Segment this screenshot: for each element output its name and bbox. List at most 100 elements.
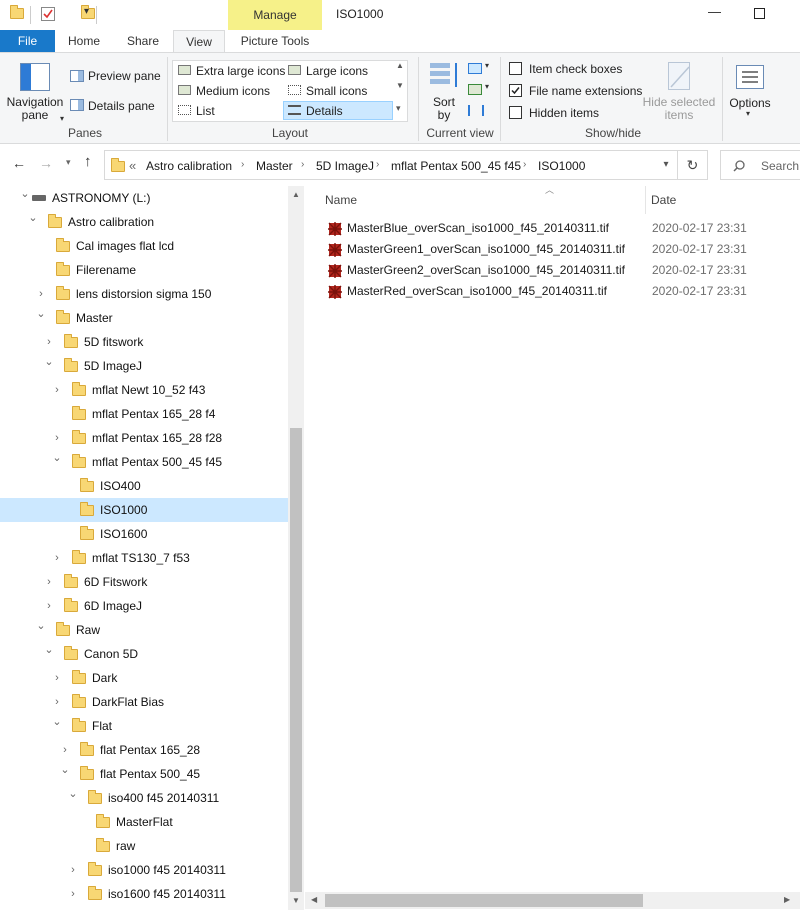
address-dropdown-icon[interactable]: ▾	[655, 151, 677, 179]
hidden-items-label[interactable]: Hidden items	[529, 106, 599, 120]
tree-item[interactable]: › iso1600 f45 20140311	[0, 882, 288, 906]
forward-arrow-icon[interactable]: →	[39, 155, 53, 171]
chevron-down-icon[interactable]: ⌄	[36, 302, 46, 326]
tree-item[interactable]: raw	[0, 834, 288, 858]
hidden-items-checkbox[interactable]	[509, 106, 522, 119]
search-input[interactable]: Search	[761, 159, 799, 173]
preview-pane-icon[interactable]	[70, 70, 84, 82]
tree-item[interactable]: ⌄ Master	[0, 306, 288, 330]
tree-item[interactable]: ISO1000	[0, 498, 288, 522]
tab-picture-tools[interactable]: Picture Tools	[230, 30, 320, 52]
navigation-pane-icon[interactable]	[20, 63, 50, 91]
file-list-horizontal-scrollbar[interactable]: ◀ ▶	[305, 892, 800, 909]
chevron-down-icon[interactable]: ⌄	[36, 614, 46, 638]
quick-access-dropdown-icon[interactable]: ▾	[84, 6, 89, 17]
chevron-right-icon[interactable]: ›	[52, 546, 62, 570]
chevron-right-icon[interactable]: ›	[44, 570, 54, 594]
options-dropdown-icon[interactable]: ▾	[746, 109, 750, 118]
item-check-boxes-label[interactable]: Item check boxes	[529, 62, 622, 76]
chevron-down-icon[interactable]: ⌄	[68, 782, 78, 806]
group-by-icon[interactable]	[468, 63, 482, 74]
breadcrumb-4[interactable]: mflat Pentax 500_45 f45	[391, 159, 521, 173]
tab-home[interactable]: Home	[58, 30, 110, 52]
chevron-right-icon[interactable]: ›	[376, 159, 379, 170]
tree-item[interactable]: ⌄ 5D ImageJ	[0, 354, 288, 378]
chevron-down-icon[interactable]: ⌄	[28, 206, 38, 230]
tree-vertical-scrollbar[interactable]: ▲ ▼	[288, 186, 304, 910]
column-header-date[interactable]: Date	[651, 193, 676, 207]
tree-item[interactable]: › 6D Fitswork	[0, 570, 288, 594]
tree-item[interactable]: › DarkFlat Bias	[0, 690, 288, 714]
navigation-pane-button[interactable]: Navigation pane	[6, 96, 64, 122]
tree-item[interactable]: ⌄ Astro calibration	[0, 210, 288, 234]
chevron-right-icon[interactable]: ›	[241, 159, 244, 170]
tree-item[interactable]: › Dark	[0, 666, 288, 690]
minimize-button[interactable]: —	[708, 4, 721, 19]
chevron-right-icon[interactable]: ›	[523, 159, 526, 170]
layout-small-icons[interactable]: Small icons	[306, 84, 367, 98]
refresh-icon[interactable]: ↻	[677, 151, 707, 179]
file-row[interactable]: MasterRed_overScan_iso1000_f45_20140311.…	[305, 281, 800, 302]
navigation-pane-dropdown-icon[interactable]: ▾	[60, 114, 64, 123]
breadcrumb-5[interactable]: ISO1000	[538, 159, 585, 173]
chevron-right-icon[interactable]: ›	[68, 882, 78, 906]
gallery-expand-icon[interactable]: ▾	[396, 103, 401, 114]
layout-extra-large-icons[interactable]: Extra large icons	[196, 64, 285, 78]
chevron-right-icon[interactable]: ›	[52, 378, 62, 402]
search-box[interactable]: Search	[720, 150, 800, 180]
address-overflow[interactable]: «	[129, 158, 136, 173]
address-bar[interactable]: « Astro calibration › Master › 5D ImageJ…	[104, 150, 708, 180]
maximize-button[interactable]	[754, 8, 765, 19]
scroll-down-icon[interactable]: ▼	[292, 896, 300, 905]
layout-list[interactable]: List	[196, 104, 215, 118]
tree-item[interactable]: ⌄ iso400 f45 20140311	[0, 786, 288, 810]
tree-item[interactable]: ISO400	[0, 474, 288, 498]
chevron-down-icon[interactable]: ⌄	[52, 446, 62, 470]
tree-item[interactable]: ⌄ flat Pentax 500_45	[0, 762, 288, 786]
layout-medium-icons[interactable]: Medium icons	[196, 84, 270, 98]
file-name-extensions-label[interactable]: File name extensions	[529, 84, 642, 98]
column-header-name[interactable]: Name	[325, 193, 357, 207]
file-row[interactable]: MasterGreen1_overScan_iso1000_f45_201403…	[305, 239, 800, 260]
details-pane-button[interactable]: Details pane	[88, 99, 155, 113]
options-button[interactable]: Options	[729, 96, 771, 110]
chevron-down-icon[interactable]: ⌄	[60, 758, 70, 782]
file-name-extensions-checkbox[interactable]	[509, 84, 522, 97]
tree-item[interactable]: › flat Pentax 165_28	[0, 738, 288, 762]
tree-item[interactable]: ⌄ Canon 5D	[0, 642, 288, 666]
chevron-right-icon[interactable]: ›	[68, 858, 78, 882]
tab-share[interactable]: Share	[116, 30, 170, 52]
breadcrumb-2[interactable]: Master	[256, 159, 293, 173]
scrollbar-thumb[interactable]	[290, 428, 302, 892]
chevron-right-icon[interactable]: ›	[301, 159, 304, 170]
tree-item[interactable]: Cal images flat lcd	[0, 234, 288, 258]
tree-item[interactable]: › mflat Pentax 165_28 f28	[0, 426, 288, 450]
tree-item[interactable]: mflat Pentax 165_28 f4	[0, 402, 288, 426]
file-row[interactable]: MasterGreen2_overScan_iso1000_f45_201403…	[305, 260, 800, 281]
tree-item[interactable]: › mflat Newt 10_52 f43	[0, 378, 288, 402]
breadcrumb-1[interactable]: Astro calibration	[146, 159, 232, 173]
tree-item[interactable]: › mflat TS130_7 f53	[0, 546, 288, 570]
scroll-up-icon[interactable]: ▲	[292, 190, 300, 199]
tree-item[interactable]: ⌄ mflat Pentax 500_45 f45	[0, 450, 288, 474]
tree-item[interactable]: Filerename	[0, 258, 288, 282]
gallery-up-icon[interactable]: ▲	[396, 61, 404, 70]
layout-large-icons[interactable]: Large icons	[306, 64, 368, 78]
sort-by-icon[interactable]	[430, 61, 457, 87]
chevron-down-icon[interactable]: ⌄	[52, 710, 62, 734]
file-row[interactable]: MasterBlue_overScan_iso1000_f45_20140311…	[305, 218, 800, 239]
tree-item[interactable]: MasterFlat	[0, 810, 288, 834]
sort-by-button[interactable]: Sort by	[432, 96, 456, 122]
tree-item[interactable]: ISO1600	[0, 522, 288, 546]
gallery-down-icon[interactable]: ▼	[396, 81, 404, 90]
layout-details[interactable]: Details	[306, 104, 343, 118]
chevron-right-icon[interactable]: ›	[52, 666, 62, 690]
preview-pane-button[interactable]: Preview pane	[88, 69, 161, 83]
size-columns-icon[interactable]	[468, 105, 484, 116]
recent-locations-icon[interactable]: ▾	[66, 157, 71, 168]
item-check-boxes-checkbox[interactable]	[509, 62, 522, 75]
properties-icon[interactable]	[41, 7, 55, 21]
tab-file[interactable]: File	[0, 30, 55, 52]
details-pane-icon[interactable]	[70, 99, 84, 111]
tree-item[interactable]: ⌄ ASTRONOMY (L:)	[0, 186, 288, 210]
